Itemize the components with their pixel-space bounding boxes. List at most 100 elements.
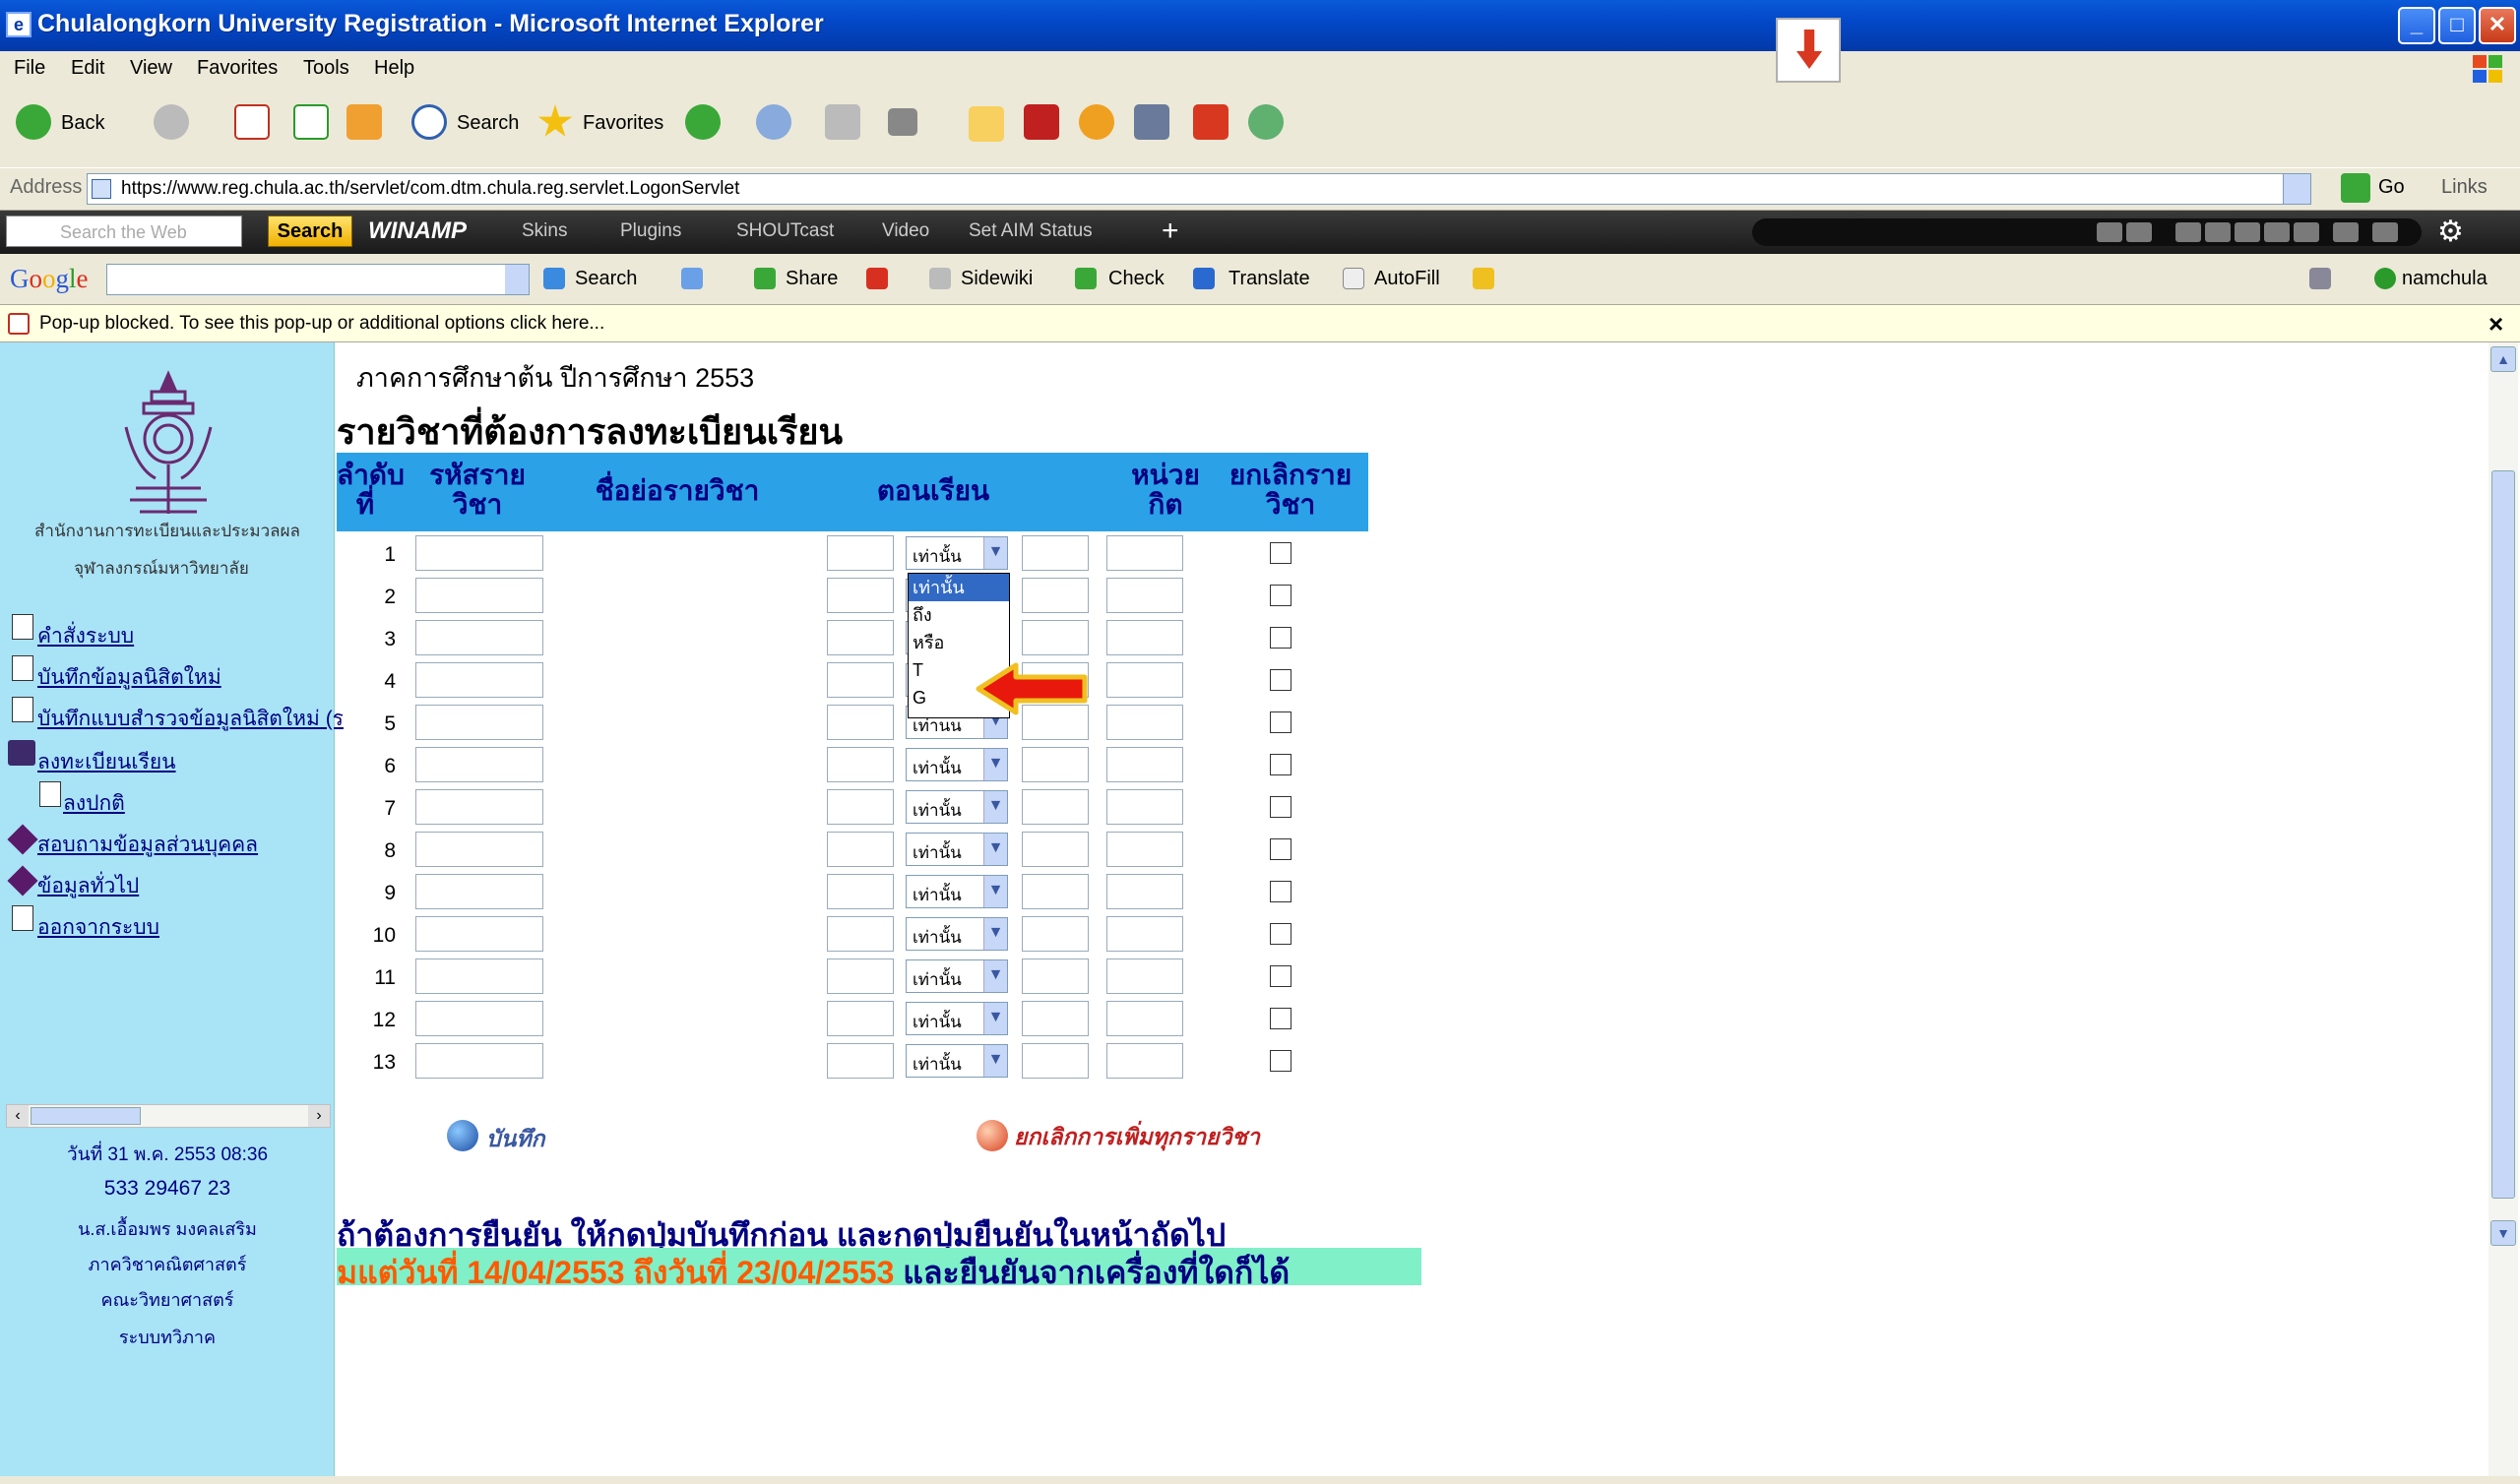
chevron-down-icon[interactable]: ▼ [983, 1003, 1007, 1034]
home-icon[interactable] [346, 104, 382, 140]
section-from-input[interactable] [827, 789, 894, 825]
highlight-icon[interactable] [1473, 268, 1494, 289]
section-to-input[interactable] [1022, 832, 1089, 867]
section-to-input[interactable] [1022, 1043, 1089, 1079]
sidebar-link-logout[interactable]: ออกจากระบบ [37, 911, 159, 944]
print-icon[interactable] [825, 104, 860, 140]
search-button-label[interactable]: Search [457, 112, 519, 135]
section-to-input[interactable] [1022, 916, 1089, 952]
google-search-button[interactable]: Search [575, 268, 637, 290]
favorites-star-icon[interactable] [537, 104, 573, 137]
stop-icon[interactable] [234, 104, 270, 140]
winamp-search-input[interactable]: Search the Web [6, 216, 242, 247]
share-icon[interactable] [754, 268, 776, 289]
menu-view[interactable]: View [130, 57, 172, 80]
menu-tools[interactable]: Tools [303, 57, 349, 80]
google-user[interactable]: namchula [2402, 268, 2488, 290]
section-to-input[interactable] [1022, 620, 1089, 655]
section-from-input[interactable] [827, 535, 894, 571]
course-code-input[interactable] [415, 578, 543, 613]
chevron-down-icon[interactable]: ▼ [983, 537, 1007, 569]
course-code-input[interactable] [415, 1043, 543, 1079]
credit-input[interactable] [1106, 620, 1183, 655]
section-from-input[interactable] [827, 578, 894, 613]
chevron-down-icon[interactable]: ▼ [983, 791, 1007, 823]
close-button[interactable]: ✕ [2479, 7, 2516, 44]
mail-icon[interactable] [756, 104, 791, 140]
popup-blocked-text[interactable]: Pop-up blocked. To see this pop-up or ad… [39, 313, 604, 335]
menu-help[interactable]: Help [374, 57, 414, 80]
section-from-input[interactable] [827, 620, 894, 655]
maximize-button[interactable]: □ [2438, 7, 2476, 44]
credit-input[interactable] [1106, 832, 1183, 867]
cancel-checkbox[interactable] [1270, 669, 1292, 691]
section-type-select[interactable]: เท่านั้น ▼ [906, 536, 1008, 570]
winamp-aim-status[interactable]: Set AIM Status [969, 220, 1093, 242]
course-code-input[interactable] [415, 535, 543, 571]
cancel-checkbox[interactable] [1270, 585, 1292, 606]
credit-input[interactable] [1106, 1043, 1183, 1079]
chevron-down-icon[interactable]: ▼ [983, 876, 1007, 907]
wrench-icon[interactable] [2309, 268, 2331, 289]
autofill-icon[interactable] [1343, 268, 1364, 289]
go-button[interactable]: Go [2378, 176, 2405, 199]
credit-input[interactable] [1106, 789, 1183, 825]
cancel-checkbox[interactable] [1270, 1050, 1292, 1072]
dropdown-option[interactable]: เท่านั้น [909, 574, 1009, 601]
folder-icon[interactable] [969, 106, 1004, 142]
sidebar-link-registration[interactable]: ลงทะเบียนเรียน [37, 746, 176, 778]
cancel-checkbox[interactable] [1270, 796, 1292, 818]
scroll-thumb[interactable] [31, 1107, 141, 1125]
credit-input[interactable] [1106, 705, 1183, 740]
section-from-input[interactable] [827, 832, 894, 867]
winamp-shoutcast[interactable]: SHOUTcast [736, 220, 834, 242]
section-to-input[interactable] [1022, 535, 1089, 571]
scroll-up-icon[interactable]: ▲ [2490, 346, 2516, 372]
winamp-skins[interactable]: Skins [522, 220, 567, 242]
cancel-checkbox[interactable] [1270, 965, 1292, 987]
course-code-input[interactable] [415, 747, 543, 782]
course-code-input[interactable] [415, 620, 543, 655]
google-share-button[interactable]: Share [786, 268, 838, 290]
add-icon[interactable]: + [1162, 215, 1179, 248]
google-autofill-button[interactable]: AutoFill [1374, 268, 1440, 290]
chevron-down-icon[interactable]: ▼ [983, 834, 1007, 865]
chevron-down-icon[interactable]: ▼ [983, 918, 1007, 950]
section-to-input[interactable] [1022, 958, 1089, 994]
menu-edit[interactable]: Edit [71, 57, 104, 80]
course-code-input[interactable] [415, 874, 543, 909]
section-type-select[interactable]: เท่านั้น ▼ [906, 790, 1008, 824]
section-from-input[interactable] [827, 958, 894, 994]
sidebar-link-normal[interactable]: ลงปกติ [63, 787, 125, 820]
address-dropdown-icon[interactable] [2283, 174, 2310, 204]
section-type-select[interactable]: เท่านั้น ▼ [906, 833, 1008, 866]
search-icon[interactable] [411, 104, 447, 140]
winamp-plugins[interactable]: Plugins [620, 220, 681, 242]
cancel-checkbox[interactable] [1270, 754, 1292, 775]
sidebar-link-commands[interactable]: คำสั่งระบบ [37, 620, 134, 652]
sidebar-link-survey[interactable]: บันทึกแบบสำรวจข้อมูลนิสิตใหม่ (ร [37, 703, 344, 735]
k-icon[interactable] [1024, 104, 1059, 140]
google-dropdown-icon[interactable] [505, 265, 529, 294]
course-code-input[interactable] [415, 662, 543, 698]
chevron-down-icon[interactable]: ▼ [983, 1045, 1007, 1077]
course-code-input[interactable] [415, 832, 543, 867]
edit-icon[interactable] [888, 108, 917, 136]
cancel-checkbox[interactable] [1270, 542, 1292, 564]
section-type-select[interactable]: เท่านั้น ▼ [906, 748, 1008, 781]
google-search-icon[interactable] [543, 268, 565, 289]
credit-input[interactable] [1106, 535, 1183, 571]
google-sidewiki-button[interactable]: Sidewiki [961, 268, 1033, 290]
back-icon[interactable] [16, 104, 51, 140]
cancel-checkbox[interactable] [1270, 1008, 1292, 1029]
back-button-label[interactable]: Back [61, 112, 104, 135]
winamp-search-button[interactable]: Search [268, 216, 352, 247]
spellcheck-icon[interactable] [1075, 268, 1097, 289]
google-search-input[interactable] [106, 264, 530, 295]
minimize-button[interactable]: _ [2398, 7, 2435, 44]
section-from-input[interactable] [827, 662, 894, 698]
dropdown-option[interactable]: ถึง [909, 601, 1009, 629]
section-type-select[interactable]: เท่านั้น ▼ [906, 959, 1008, 993]
credit-input[interactable] [1106, 916, 1183, 952]
cancel-checkbox[interactable] [1270, 881, 1292, 902]
